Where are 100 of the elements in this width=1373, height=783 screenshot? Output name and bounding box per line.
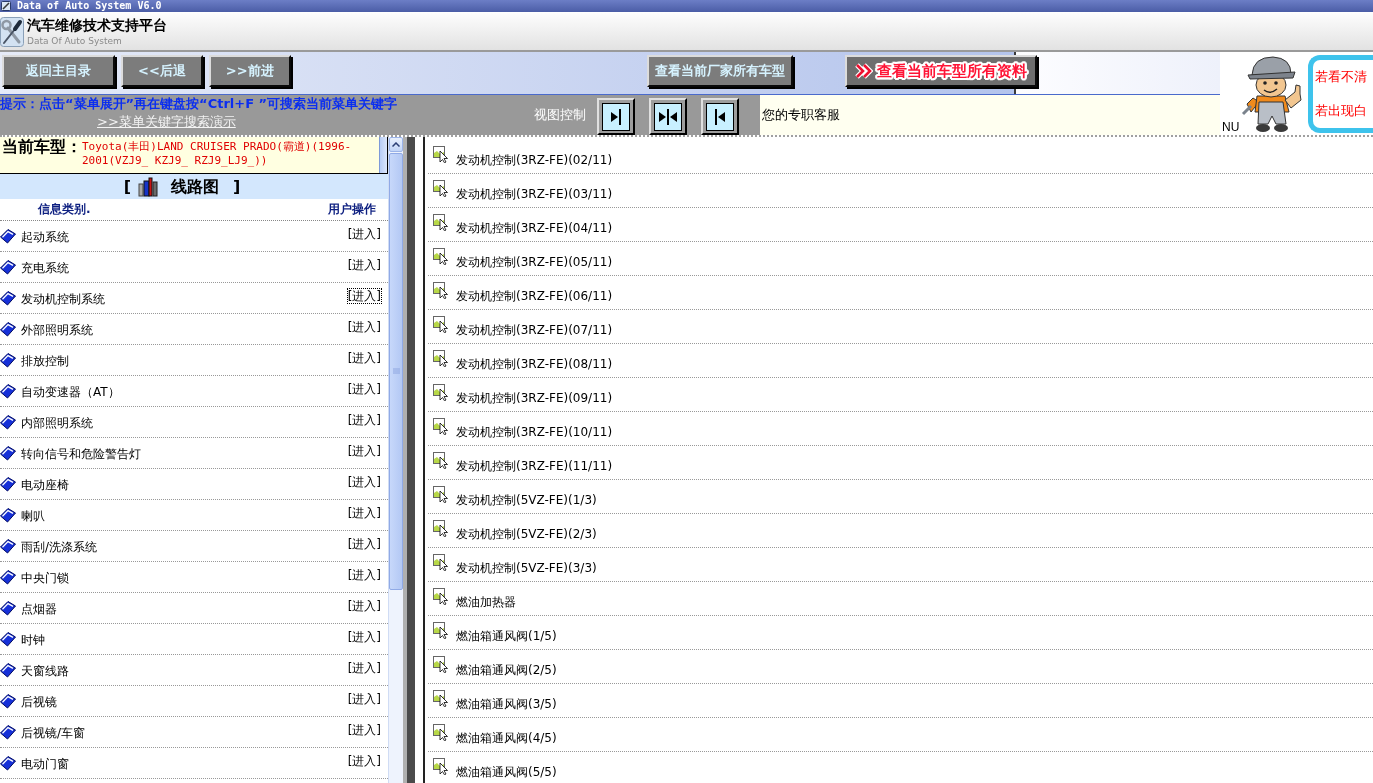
diagram-link[interactable]: 燃油箱通风阀(1/5) bbox=[456, 629, 557, 643]
diagram-link[interactable]: 发动机控制(3RZ-FE)(10/11) bbox=[456, 425, 613, 439]
binders-icon bbox=[137, 176, 159, 197]
diagram-link[interactable]: 发动机控制(5VZ-FE)(2/3) bbox=[456, 527, 597, 541]
category-name: 天窗线路 bbox=[21, 664, 70, 678]
category-name: 喇叭 bbox=[21, 509, 46, 523]
view-control-label: 视图控制 bbox=[534, 106, 587, 124]
enter-link[interactable]: [进入] bbox=[347, 289, 381, 303]
picture-cursor-icon bbox=[433, 656, 449, 673]
window-title: Data of Auto System V6.0 bbox=[17, 0, 162, 12]
enter-link[interactable]: [进入] bbox=[347, 723, 381, 737]
diagram-link[interactable]: 发动机控制(3RZ-FE)(03/11) bbox=[456, 187, 613, 201]
picture-cursor-icon bbox=[433, 622, 449, 639]
category-name: 外部照明系统 bbox=[21, 323, 94, 337]
picture-cursor-icon bbox=[433, 758, 449, 775]
diagram-link[interactable]: 燃油箱通风阀(5/5) bbox=[456, 765, 557, 779]
scrollbar-thumb[interactable] bbox=[389, 153, 403, 590]
scroll-up-button[interactable] bbox=[389, 137, 403, 152]
picture-cursor-icon bbox=[433, 384, 449, 401]
picture-cursor-icon bbox=[433, 520, 449, 537]
bracket-text: [ bbox=[123, 177, 131, 196]
enter-link[interactable]: [进入] bbox=[347, 413, 381, 427]
enter-link[interactable]: [进入] bbox=[347, 661, 381, 675]
diagram-link[interactable]: 发动机控制(5VZ-FE)(3/3) bbox=[456, 561, 597, 575]
view-button[interactable] bbox=[649, 98, 687, 135]
diagram-link[interactable]: 燃油箱通风阀(4/5) bbox=[456, 731, 557, 745]
grip-icon bbox=[392, 368, 400, 375]
enter-link[interactable]: [进入] bbox=[347, 630, 381, 644]
diagram-link[interactable]: 发动机控制(3RZ-FE)(09/11) bbox=[456, 391, 613, 405]
category-name: 后视镜 bbox=[21, 695, 58, 709]
category-name: 转向信号和危险警告灯 bbox=[21, 447, 142, 461]
enter-link[interactable]: [进入] bbox=[347, 444, 381, 458]
enter-link[interactable]: [进入] bbox=[347, 506, 381, 520]
maker-models-button[interactable]: 查看当前厂家所有车型 bbox=[646, 55, 793, 87]
picture-cursor-icon bbox=[433, 554, 449, 571]
diagram-link[interactable]: 燃油箱通风阀(3/5) bbox=[456, 697, 557, 711]
arrow-to-bar-icon bbox=[602, 102, 630, 131]
picture-cursor-icon bbox=[433, 690, 449, 707]
enter-link[interactable]: [进入] bbox=[347, 599, 381, 613]
picture-cursor-icon bbox=[433, 248, 449, 265]
category-name: 后视镜/车窗 bbox=[21, 726, 87, 740]
diagram-link[interactable]: 燃油加热器 bbox=[456, 595, 516, 609]
nav-button[interactable]: 返回主目录 bbox=[2, 55, 115, 87]
category-name: 中央门锁 bbox=[21, 571, 70, 585]
diagram-link[interactable]: 发动机控制(3RZ-FE)(05/11) bbox=[456, 255, 613, 269]
view-button[interactable] bbox=[701, 98, 739, 135]
category-name: 内部照明系统 bbox=[21, 416, 94, 430]
picture-cursor-icon bbox=[433, 418, 449, 435]
category-name: 点烟器 bbox=[21, 602, 58, 616]
pane-splitter[interactable] bbox=[403, 137, 415, 783]
category-name: 电动门窗 bbox=[21, 757, 70, 771]
app-title: 汽车维修技术支持平台 bbox=[27, 16, 167, 34]
picture-cursor-icon bbox=[433, 316, 449, 333]
category-name: 自动变速器（AT） bbox=[21, 385, 121, 399]
enter-link[interactable]: [进入] bbox=[347, 227, 381, 241]
picture-cursor-icon bbox=[433, 588, 449, 605]
model-value: Toyota(丰田)LAND CRUISER PRADO(霸道)(1996-2001(VZJ9_ KZJ9_ RZJ9_LJ9_)) bbox=[82, 139, 353, 168]
picture-cursor-icon bbox=[433, 282, 449, 299]
hint-text: 提示：点击“菜单展开”再在键盘按“Ctrl+F ”可搜索当前菜单关键字 bbox=[0, 96, 398, 111]
category-name: 电动座椅 bbox=[21, 478, 70, 492]
picture-cursor-icon bbox=[433, 486, 449, 503]
category-name: 雨刮/洗涤系统 bbox=[21, 540, 99, 554]
enter-link[interactable]: [进入] bbox=[347, 320, 381, 334]
enter-link[interactable]: [进入] bbox=[347, 692, 381, 706]
enter-link[interactable]: [进入] bbox=[347, 568, 381, 582]
nav-button[interactable]: >>前进 bbox=[208, 55, 291, 87]
scrollbar[interactable] bbox=[379, 137, 387, 173]
double-chevron-icon bbox=[854, 63, 873, 79]
diagram-link[interactable]: 发动机控制(3RZ-FE)(06/11) bbox=[456, 289, 613, 303]
tools-icon bbox=[0, 16, 24, 47]
nav-button[interactable]: <<后退 bbox=[121, 55, 203, 87]
enter-link[interactable]: [进入] bbox=[347, 258, 381, 272]
app-subtitle: Data Of Auto System bbox=[27, 35, 123, 47]
picture-cursor-icon bbox=[433, 452, 449, 469]
category-name: 充电系统 bbox=[21, 261, 70, 275]
diagram-link[interactable]: 发动机控制(3RZ-FE)(02/11) bbox=[456, 153, 613, 167]
diagram-link[interactable]: 发动机控制(3RZ-FE)(04/11) bbox=[456, 221, 613, 235]
picture-cursor-icon bbox=[433, 724, 449, 741]
column-header: 信息类别. bbox=[38, 201, 91, 218]
enter-link[interactable]: [进入] bbox=[347, 351, 381, 365]
enter-link[interactable]: [进入] bbox=[347, 754, 381, 768]
section-title: 线路图 bbox=[171, 177, 219, 196]
picture-cursor-icon bbox=[433, 180, 449, 197]
category-name: 排放控制 bbox=[21, 354, 70, 368]
bracket-text: ] bbox=[233, 177, 241, 196]
notice-text: 若看不清 bbox=[1315, 69, 1368, 85]
enter-link[interactable]: [进入] bbox=[347, 382, 381, 396]
diagram-link[interactable]: 发动机控制(5VZ-FE)(1/3) bbox=[456, 493, 597, 507]
picture-cursor-icon bbox=[433, 214, 449, 231]
service-label: 您的专职客服 bbox=[762, 106, 840, 124]
diagram-link[interactable]: 发动机控制(3RZ-FE)(08/11) bbox=[456, 357, 613, 371]
enter-link[interactable]: [进入] bbox=[347, 475, 381, 489]
diagram-link[interactable]: 发动机控制(3RZ-FE)(11/11) bbox=[456, 459, 613, 473]
view-button[interactable] bbox=[597, 98, 635, 135]
diagram-link[interactable]: 燃油箱通风阀(2/5) bbox=[456, 663, 557, 677]
notice-text: 若出现白 bbox=[1315, 103, 1368, 119]
enter-link[interactable]: [进入] bbox=[347, 537, 381, 551]
diagram-link[interactable]: 发动机控制(3RZ-FE)(07/11) bbox=[456, 323, 613, 337]
app-icon bbox=[1, 1, 11, 11]
chevron-up-icon bbox=[392, 142, 400, 147]
